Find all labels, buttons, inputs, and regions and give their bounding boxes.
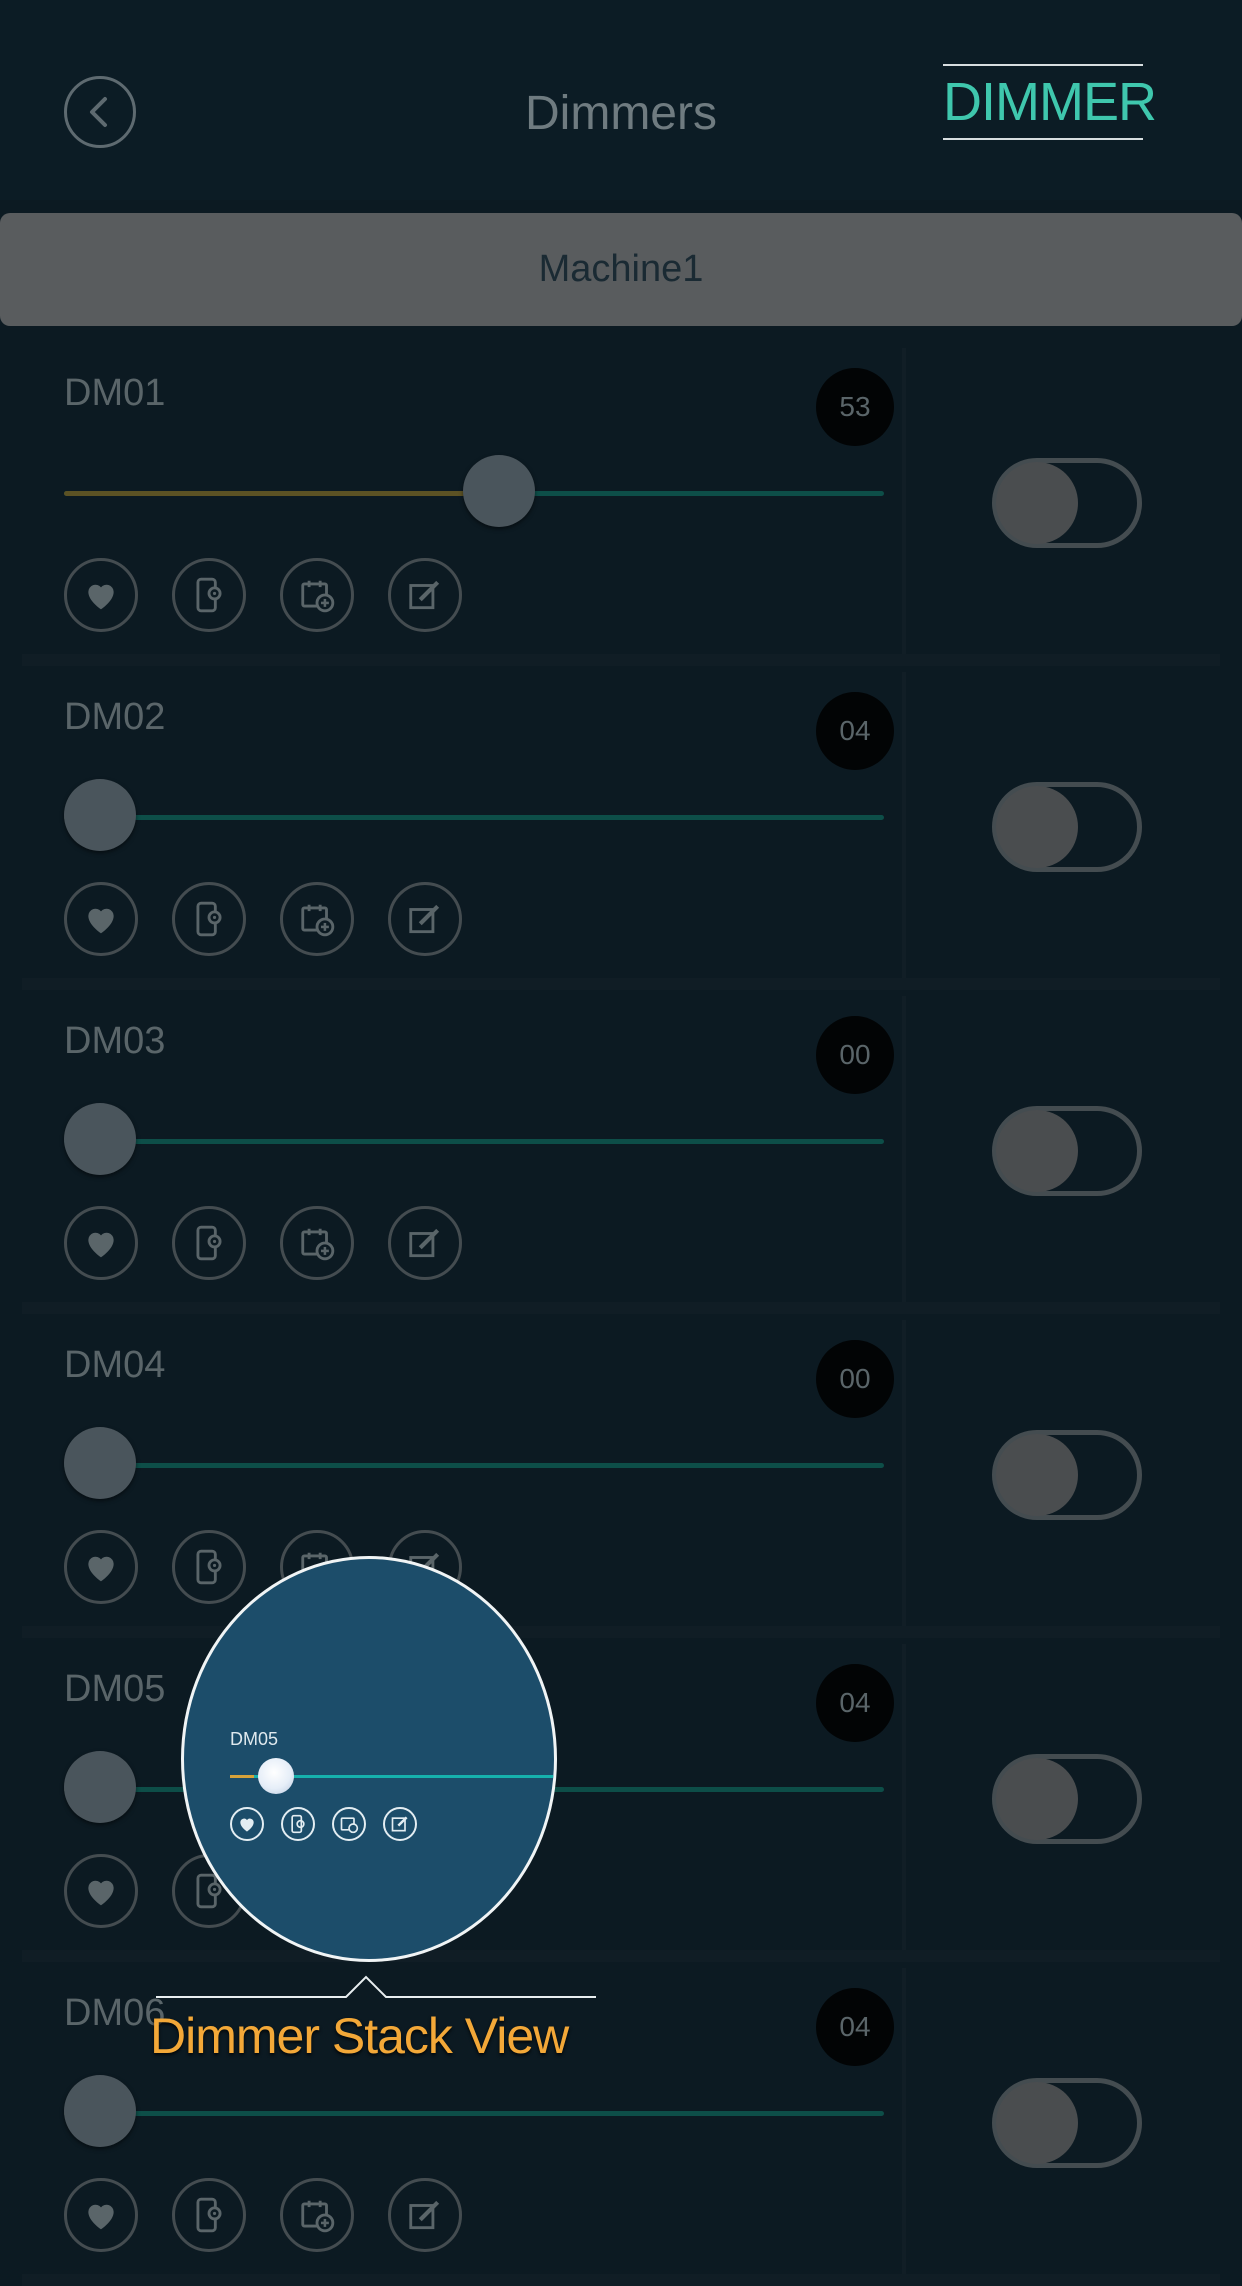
row-divider [22,978,1220,990]
phone-settings-button[interactable] [172,1206,246,1280]
heart-button[interactable] [64,1854,138,1928]
edit-button[interactable] [388,2178,462,2252]
row-divider [22,1302,1220,1314]
edit-button[interactable] [388,1206,462,1280]
magnified-slider [230,1758,554,1794]
phone-settings-button[interactable] [172,1530,246,1604]
heart-button[interactable] [64,882,138,956]
row-divider [22,2274,1220,2286]
mode-badge[interactable]: DIMMER [943,64,1157,140]
row-divider [22,1950,1220,1962]
calendar-add-button[interactable] [280,558,354,632]
dimmer-power-toggle[interactable] [992,782,1142,872]
dimmer-control-panel: DM04 00 [22,1320,906,1626]
toggle-knob [996,1110,1078,1192]
edit-button[interactable] [388,882,462,956]
dimmer-control-panel: DM03 00 [22,996,906,1302]
dimmer-row: DM04 00 [22,1320,1220,1638]
dimmer-power-toggle[interactable] [992,1106,1142,1196]
magnified-heart-icon [230,1807,264,1841]
dimmer-control-panel: DM01 53 [22,348,906,654]
dimmer-slider-thumb[interactable] [462,455,535,527]
callout-pointer [156,1975,596,1998]
toggle-knob [996,1434,1078,1516]
heart-button[interactable] [64,1206,138,1280]
heart-button[interactable] [64,558,138,632]
magnified-dimmer-name: DM05 [230,1729,279,1749]
dimmer-slider[interactable] [64,1103,884,1175]
row-divider [22,654,1220,666]
magnified-slider-thumb [258,1758,294,1794]
magnified-edit-icon [383,1807,417,1841]
toggle-knob [996,786,1078,868]
dimmer-control-panel: DM02 04 [22,672,906,978]
heart-button[interactable] [64,1530,138,1604]
dimmer-value-badge: 53 [816,368,894,446]
dimmer-slider[interactable] [64,1427,884,1499]
dimmer-power-toggle[interactable] [992,458,1142,548]
dimmer-slider[interactable] [64,779,884,851]
toggle-knob [996,2082,1078,2164]
dimmer-slider-thumb[interactable] [64,779,136,851]
phone-settings-button[interactable] [172,2178,246,2252]
dimmer-power-toggle[interactable] [992,2078,1142,2168]
toggle-knob [996,1758,1078,1840]
dimmer-power-toggle[interactable] [992,1430,1142,1520]
dimmer-value-badge: 00 [816,1016,894,1094]
dimmer-slider-thumb[interactable] [64,1103,136,1175]
dimmer-value-badge: 00 [816,1340,894,1418]
phone-settings-button[interactable] [172,882,246,956]
phone-settings-button[interactable] [172,558,246,632]
magnified-calendar-add-icon [332,1807,366,1841]
callout-caption: Dimmer Stack View [150,2008,569,2064]
dimmer-name: DM01 [64,372,166,414]
dimmer-name: DM05 [64,1668,166,1710]
dimmer-slider[interactable] [64,2075,884,2147]
dimmer-slider[interactable] [64,455,884,527]
magnified-phone-settings-icon [281,1807,315,1841]
calendar-add-button[interactable] [280,882,354,956]
dimmer-value-badge: 04 [816,1988,894,2066]
dimmer-slider-thumb[interactable] [64,1751,136,1823]
dimmer-value-badge: 04 [816,1664,894,1742]
calendar-add-button[interactable] [280,2178,354,2252]
dimmer-name: DM02 [64,696,166,738]
dimmer-row: DM01 53 [22,348,1220,666]
heart-button[interactable] [64,2178,138,2252]
dimmer-slider-fill [64,491,499,496]
dimmer-row: DM03 00 [22,996,1220,1314]
machine-selector[interactable]: Machine1 [0,213,1242,326]
header: Dimmers DIMMER [0,0,1242,200]
magnified-slider-fill [230,1775,254,1778]
dimmer-slider-thumb[interactable] [64,2075,136,2147]
toggle-knob [996,462,1078,544]
edit-button[interactable] [388,558,462,632]
dimmer-power-toggle[interactable] [992,1754,1142,1844]
dimmer-row: DM02 04 [22,672,1220,990]
magnifier: DM05 [181,1556,557,1962]
calendar-add-button[interactable] [280,1206,354,1280]
dimmer-value-badge: 04 [816,692,894,770]
dimmer-name: DM03 [64,1020,166,1062]
dimmer-name: DM04 [64,1344,166,1386]
dimmer-slider-thumb[interactable] [64,1427,136,1499]
row-divider [22,1626,1220,1638]
